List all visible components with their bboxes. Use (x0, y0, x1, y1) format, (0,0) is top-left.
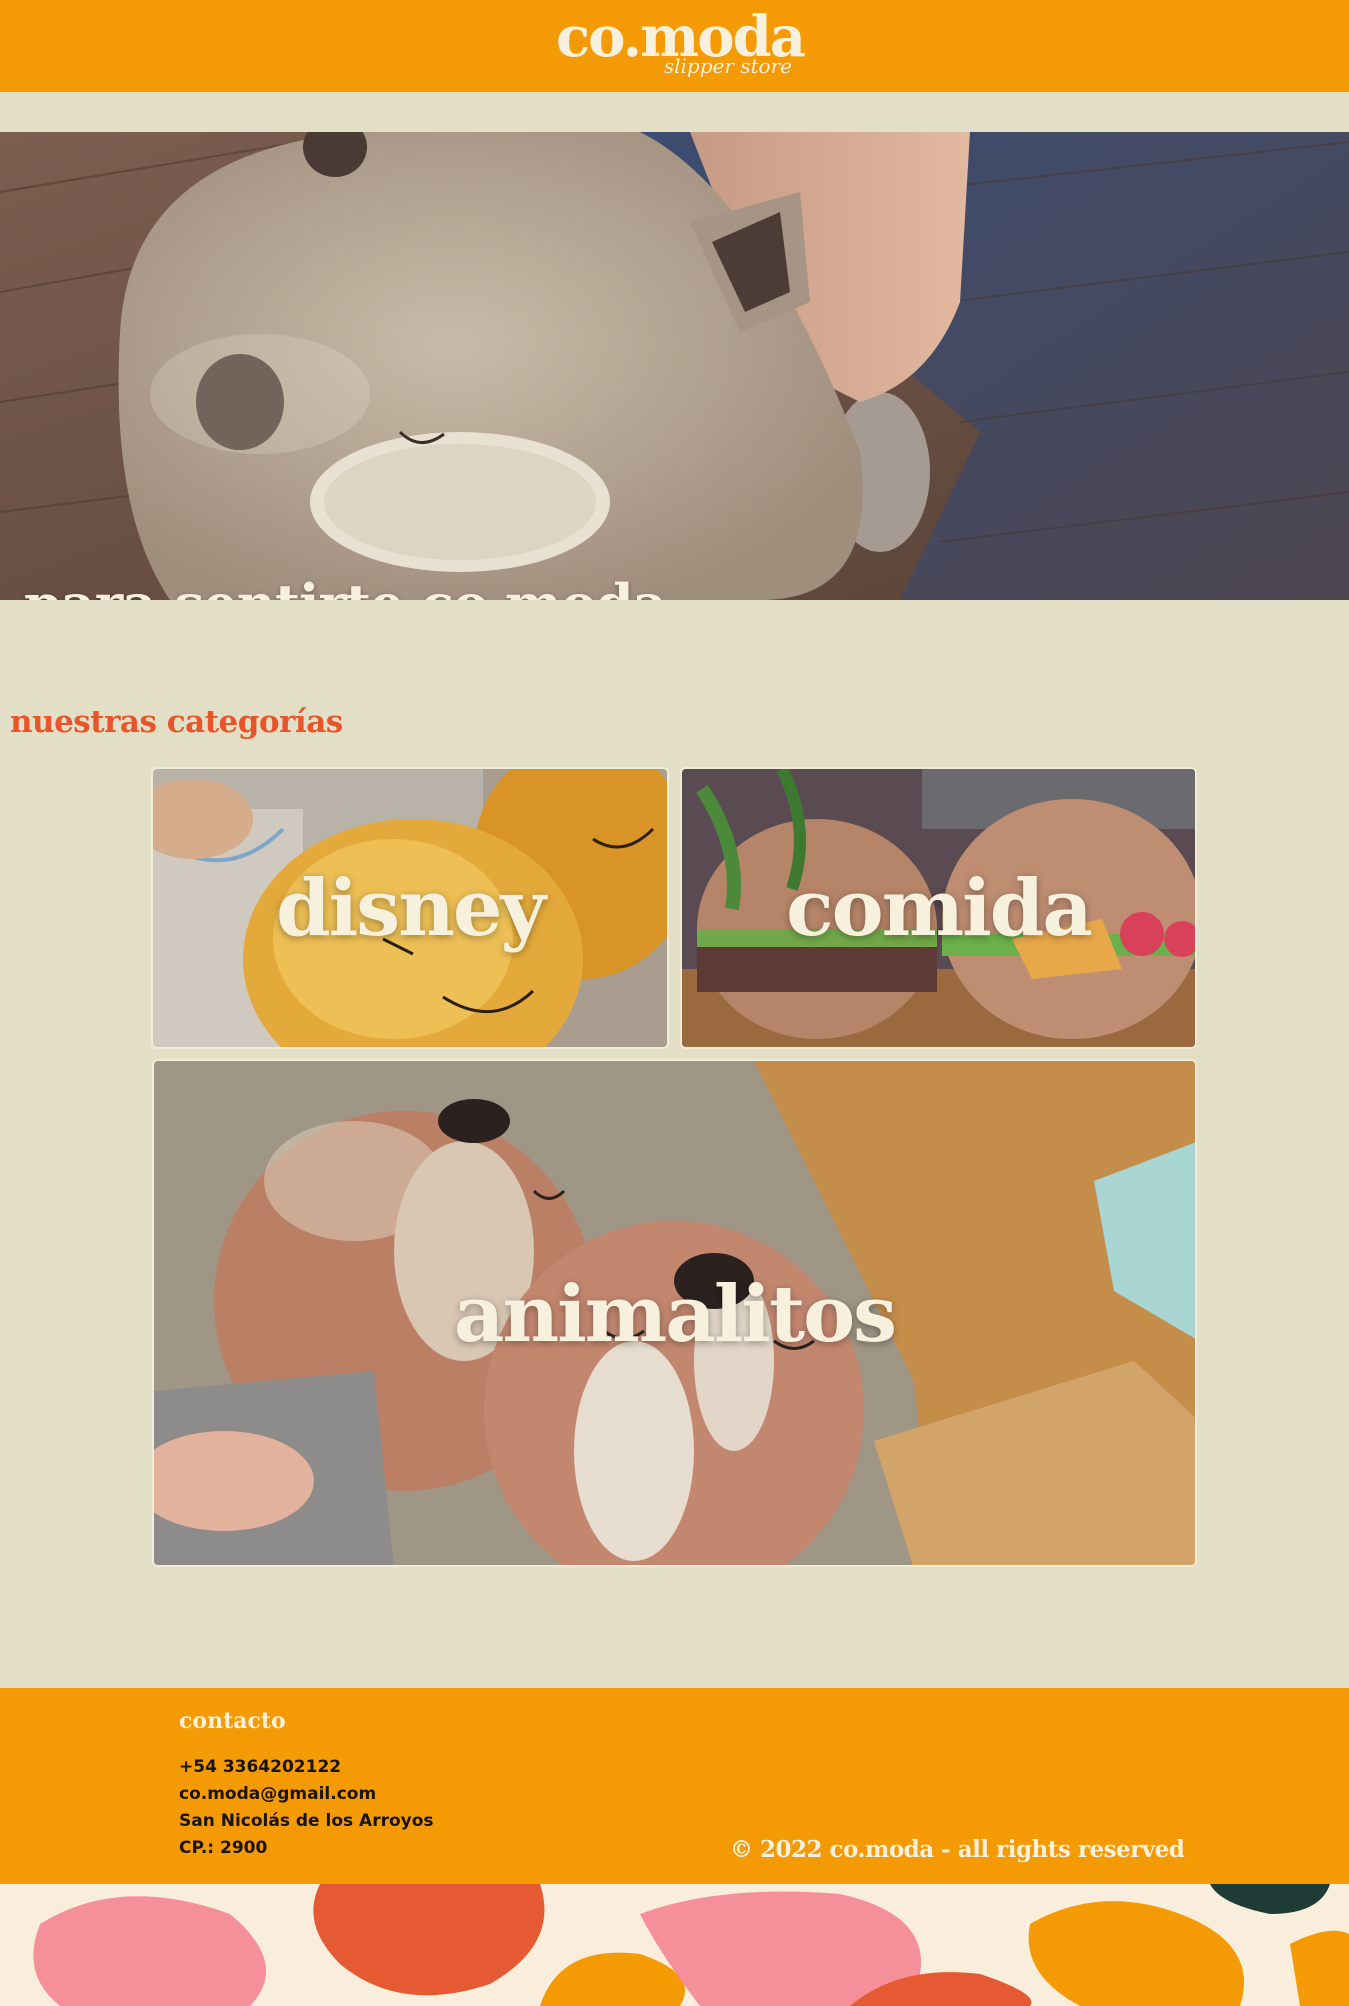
site-footer: contacto +54 3364202122 co.moda@gmail.co… (0, 1688, 1349, 1884)
hero-image (0, 132, 1349, 600)
category-label-disney: disney (276, 863, 546, 954)
contact-heading: contacto (179, 1708, 286, 1734)
logo-tagline: slipper store (663, 54, 792, 78)
category-label-comida: comida (786, 863, 1093, 954)
brand-logo[interactable]: co.moda slipper store (556, 6, 806, 86)
hero-banner: para sentirte co.moda (0, 132, 1349, 600)
contact-email[interactable]: co.moda@gmail.com (179, 1783, 376, 1805)
category-card-disney[interactable]: disney (151, 767, 669, 1049)
contact-phone[interactable]: +54 3364202122 (179, 1756, 341, 1778)
categories-heading: nuestras categorías (10, 704, 343, 740)
contact-city: San Nicolás de los Arroyos (179, 1811, 434, 1831)
contact-postal-code: CP.: 2900 (179, 1838, 268, 1858)
copyright-notice: © 2022 co.moda - all rights reserved (730, 1836, 1185, 1863)
page: co.moda slipper store nuestras categoría… (0, 0, 1349, 2006)
category-card-comida[interactable]: comida (680, 767, 1197, 1049)
category-card-animalitos[interactable]: animalitos (152, 1059, 1197, 1567)
hero-title: para sentirte co.moda (24, 572, 668, 600)
category-label-animalitos: animalitos (453, 1269, 897, 1360)
blob-pattern-image (33, 1884, 1349, 2006)
site-header: co.moda slipper store (0, 0, 1349, 92)
decorative-pattern (0, 1884, 1349, 2006)
